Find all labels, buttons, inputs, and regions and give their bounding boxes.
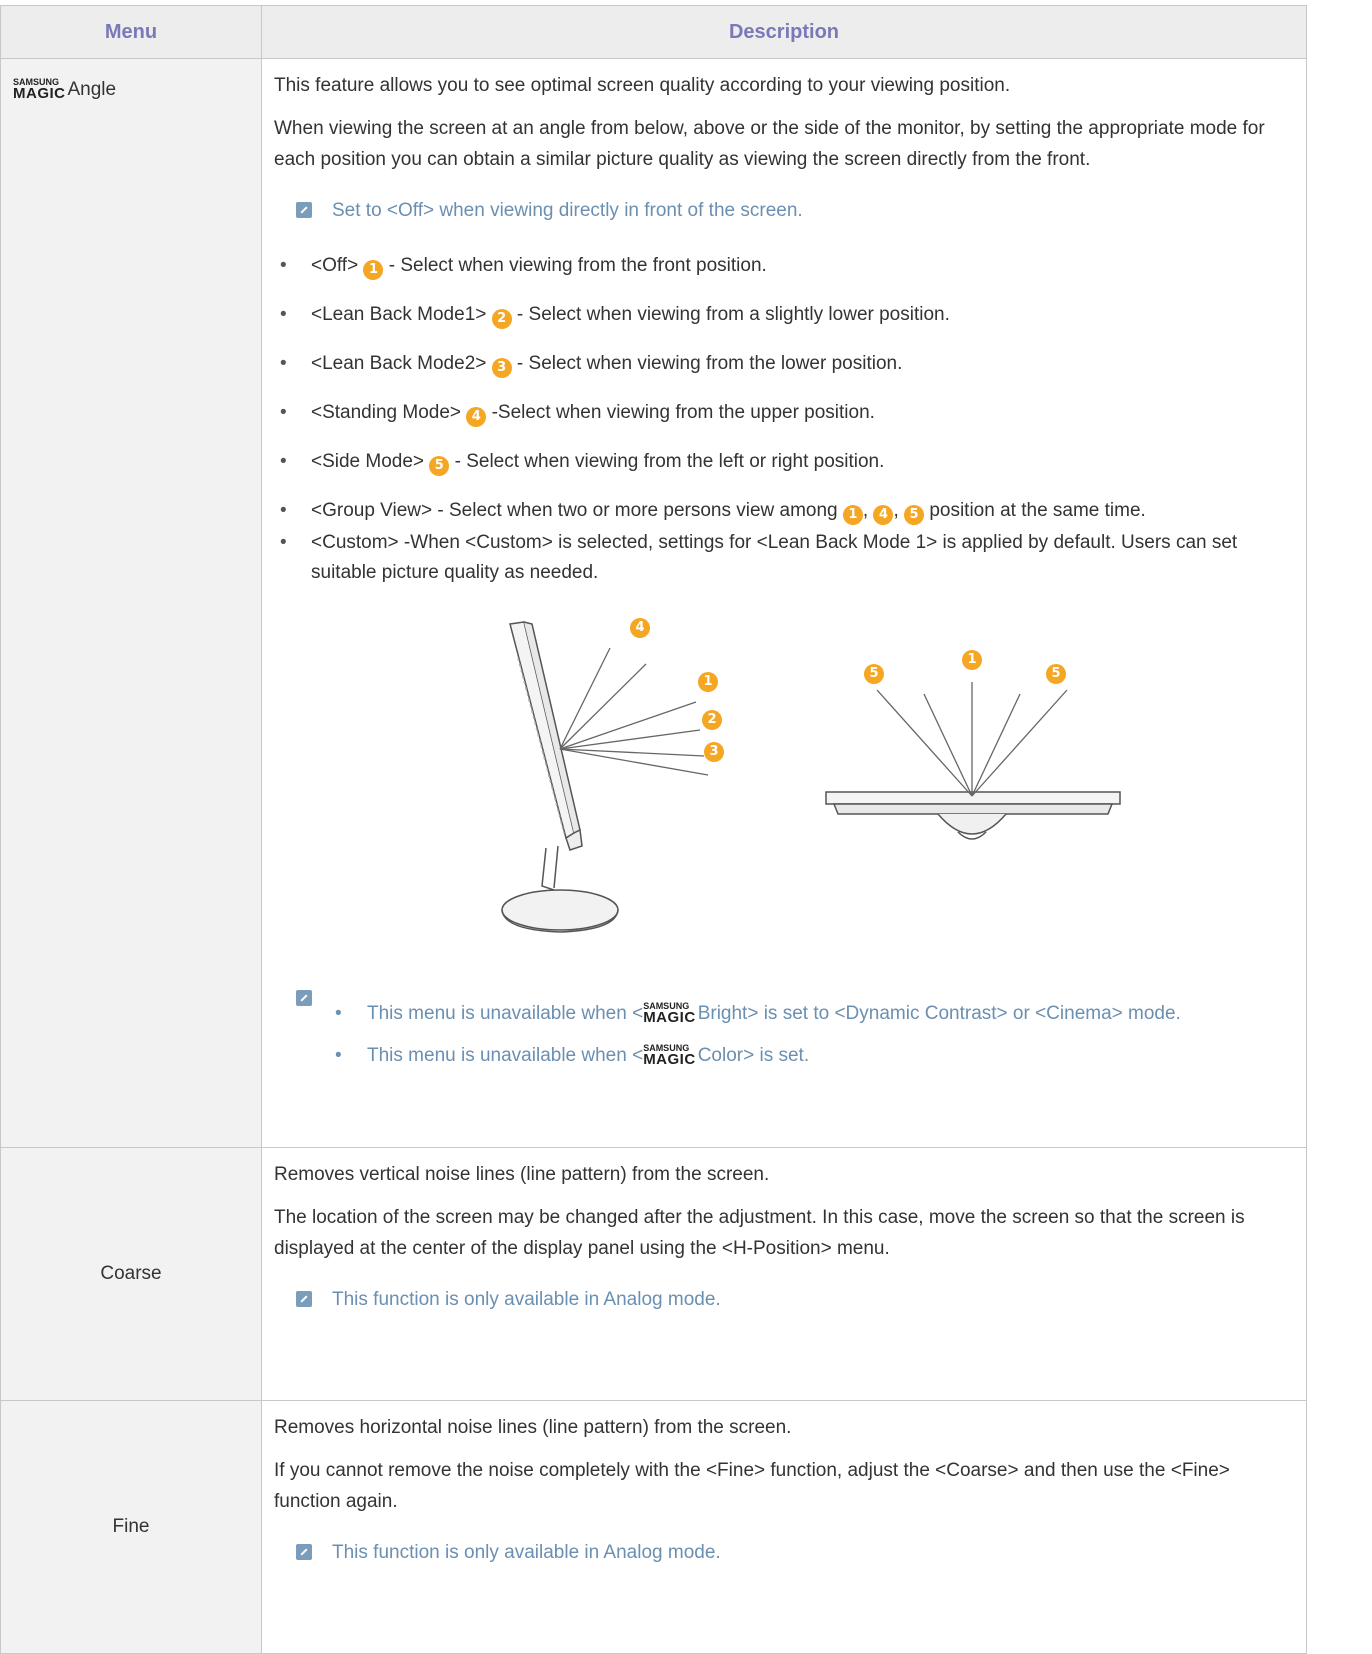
menu-label-angle: SAMSUNG MAGIC Angle	[13, 77, 117, 102]
angle-availability-notes: This menu is unavailable when <SAMSUNGMA…	[274, 990, 1296, 1072]
top-view-monitor	[825, 791, 1121, 840]
list-item: This menu is unavailable when <SAMSUNGMA…	[329, 1040, 1296, 1072]
viewing-angle-diagram: 4 1 2 3 5 1 5	[274, 618, 1296, 998]
number-1-icon: 1	[842, 505, 863, 525]
side-view-rays	[559, 647, 709, 776]
diagram-number-5-icon: 5	[1046, 664, 1066, 684]
angle-note: Set to <Off> when viewing directly in fr…	[274, 195, 1296, 226]
coarse-note: This function is only available in Analo…	[274, 1284, 1296, 1315]
notes-list: This menu is unavailable when <SAMSUNGMA…	[329, 998, 1296, 1072]
angle-paragraph-2: When viewing the screen at an angle from…	[274, 118, 1265, 170]
diagram-number-5-icon: 5	[864, 664, 884, 684]
desc-cell-coarse: Removes vertical noise lines (line patte…	[261, 1147, 1307, 1401]
list-item: <Side Mode> 5 - Select when viewing from…	[274, 447, 1296, 477]
number-5-icon: 5	[904, 505, 925, 525]
coarse-paragraph-2: The location of the screen may be change…	[274, 1207, 1245, 1259]
desc-cell-fine: Removes horizontal noise lines (line pat…	[261, 1400, 1307, 1654]
samsung-magic-logo: SAMSUNG MAGIC	[643, 1001, 696, 1026]
desc-cell-angle: This feature allows you to see optimal s…	[261, 58, 1307, 1148]
menu-cell-coarse: Coarse	[0, 1147, 262, 1401]
note-pencil-icon	[296, 1291, 312, 1307]
header-menu: Menu	[0, 5, 262, 59]
samsung-magic-logo: SAMSUNG MAGIC	[643, 1043, 696, 1068]
number-1-icon: 1	[363, 260, 384, 280]
menu-table: Menu Description SAMSUNG MAGIC Angle This …	[0, 5, 1307, 1654]
number-4-icon: 4	[873, 505, 894, 525]
note-pencil-icon	[296, 1544, 312, 1560]
samsung-magic-logo: SAMSUNG MAGIC	[13, 77, 66, 102]
page: Menu Description SAMSUNG MAGIC Angle This …	[0, 0, 1372, 1654]
number-3-icon: 3	[491, 358, 512, 378]
menu-cell-fine: Fine	[0, 1400, 262, 1654]
list-item: <Off> 1 - Select when viewing from the f…	[274, 251, 1296, 281]
diagram-number-1-icon: 1	[698, 672, 718, 692]
monitor-angle-illustration	[501, 621, 1121, 933]
list-item: <Lean Back Mode1> 2 - Select when viewin…	[274, 300, 1296, 330]
top-view-rays	[876, 682, 1068, 797]
diagram-number-1-icon: 1	[962, 650, 982, 670]
number-5-icon: 5	[429, 456, 450, 476]
number-4-icon: 4	[466, 407, 487, 427]
menu-cell-angle: SAMSUNG MAGIC Angle	[0, 58, 262, 1148]
list-item-group-view: <Group View> - Select when two or more p…	[274, 496, 1296, 526]
list-item: <Standing Mode> 4 -Select when viewing f…	[274, 398, 1296, 428]
list-item: This menu is unavailable when <SAMSUNGMA…	[329, 998, 1296, 1030]
list-item-custom: <Custom> -When <Custom> is selected, set…	[274, 528, 1296, 588]
diagram-number-2-icon: 2	[702, 710, 722, 730]
fine-note: This function is only available in Analo…	[274, 1537, 1296, 1568]
note-pencil-icon	[296, 202, 312, 218]
diagram-number-4-icon: 4	[630, 618, 650, 638]
coarse-paragraph-1: Removes vertical noise lines (line patte…	[274, 1164, 770, 1185]
table-row-coarse: Coarse Removes vertical noise lines (lin…	[0, 1147, 1307, 1401]
table-row-fine: Fine Removes horizontal noise lines (lin…	[0, 1400, 1307, 1654]
angle-mode-list: <Off> 1 - Select when viewing from the f…	[274, 251, 1296, 588]
side-view-monitor	[501, 621, 619, 933]
table-header-row: Menu Description	[0, 5, 1307, 59]
note-pencil-icon	[296, 990, 312, 1006]
fine-paragraph-1: Removes horizontal noise lines (line pat…	[274, 1417, 792, 1438]
list-item: <Lean Back Mode2> 3 - Select when viewin…	[274, 349, 1296, 379]
table-row-angle: SAMSUNG MAGIC Angle This feature allows yo…	[0, 58, 1307, 1148]
diagram-number-3-icon: 3	[704, 742, 724, 762]
number-2-icon: 2	[491, 309, 512, 329]
fine-paragraph-2: If you cannot remove the noise completel…	[274, 1460, 1230, 1512]
header-description: Description	[261, 5, 1307, 59]
angle-paragraph-1: This feature allows you to see optimal s…	[274, 75, 1011, 96]
